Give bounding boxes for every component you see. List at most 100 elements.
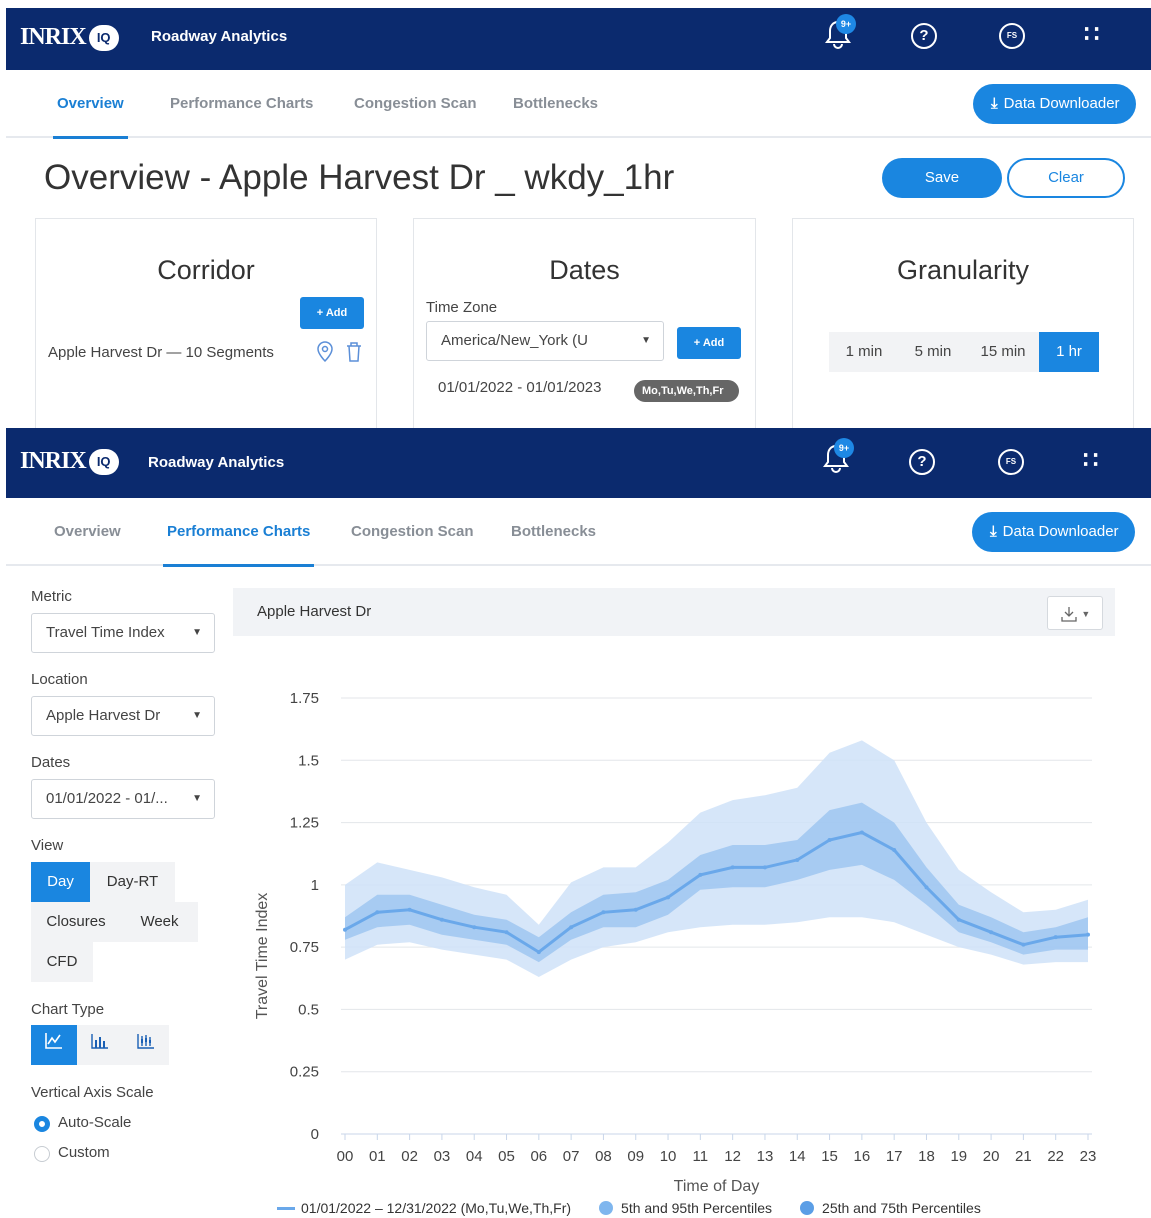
median-point	[439, 917, 444, 922]
top-nav-bar: INRIX IQ Roadway Analytics 9+ ? FS ∷	[6, 8, 1151, 70]
tab-bottlenecks[interactable]: Bottlenecks	[511, 498, 596, 566]
notifications-bell-icon[interactable]: 9+	[820, 438, 854, 474]
legend-25-75-swatch	[800, 1201, 815, 1215]
chart-panel-title: Apple Harvest Dr	[257, 603, 372, 620]
granularity-1hr[interactable]: 1 hr	[1039, 332, 1099, 372]
granularity-card: Granularity 1 min 5 min 15 min 1 hr	[792, 218, 1134, 428]
add-corridor-button[interactable]: + Add	[300, 297, 364, 329]
view-day-rt[interactable]: Day-RT	[90, 862, 175, 902]
bar-chart-icon[interactable]	[77, 1025, 123, 1065]
legend-25-75-label: 25th and 75th Percentiles	[822, 1200, 981, 1216]
legend-5-95-item[interactable]: 5th and 95th Percentiles	[599, 1200, 772, 1216]
metric-label: Metric	[31, 588, 72, 605]
x-tick-label: 22	[1047, 1148, 1064, 1165]
median-point	[795, 857, 800, 862]
tab-bottlenecks[interactable]: Bottlenecks	[513, 70, 598, 138]
save-button[interactable]: Save	[882, 158, 1002, 198]
x-tick-label: 15	[821, 1148, 838, 1165]
line-chart-icon[interactable]	[31, 1025, 77, 1065]
page-title: Overview - Apple Harvest Dr _ wkdy_1hr	[44, 158, 675, 197]
tab-overview[interactable]: Overview	[54, 498, 121, 566]
custom-scale-radio[interactable]	[34, 1146, 50, 1162]
granularity-5min[interactable]: 5 min	[899, 332, 967, 372]
inrix-logo[interactable]: INRIX IQ	[20, 448, 119, 475]
legend-25-75-item[interactable]: 25th and 75th Percentiles	[800, 1200, 981, 1216]
download-icon: ⤓	[991, 95, 998, 112]
box-plot-icon[interactable]	[123, 1025, 169, 1065]
chevron-down-icon: ▼	[192, 627, 202, 638]
user-avatar[interactable]: FS	[999, 23, 1025, 49]
median-point	[956, 917, 961, 922]
top-nav-bar: INRIX IQ Roadway Analytics 9+ ? FS ∷	[6, 428, 1151, 498]
dates-card: Dates Time Zone America/New_York (U ▼ + …	[413, 218, 756, 428]
view-cfd[interactable]: CFD	[31, 942, 93, 982]
y-tick-label: 1.5	[298, 752, 319, 769]
legend-median-item[interactable]: 01/01/2022 – 12/31/2022 (Mo,Tu,We,Th,Fr)	[277, 1200, 571, 1216]
apps-grid-icon[interactable]: ∷	[1083, 449, 1099, 473]
x-tick-label: 16	[854, 1148, 871, 1165]
y-tick-label: 1	[311, 877, 319, 894]
time-zone-select[interactable]: America/New_York (U ▼	[426, 321, 664, 361]
x-tick-label: 09	[627, 1148, 644, 1165]
dates-select[interactable]: 01/01/2022 - 01/... ▼	[31, 779, 215, 819]
help-icon[interactable]: ?	[911, 23, 937, 49]
tab-overview[interactable]: Overview	[53, 70, 128, 139]
data-downloader-button[interactable]: ⤓ Data Downloader	[973, 84, 1136, 124]
clear-button[interactable]: Clear	[1007, 158, 1125, 198]
granularity-15min[interactable]: 15 min	[967, 332, 1039, 372]
trash-icon[interactable]	[345, 341, 363, 368]
tab-congestion-scan[interactable]: Congestion Scan	[354, 70, 477, 138]
y-tick-label: 0.25	[290, 1064, 319, 1081]
dates-title: Dates	[549, 255, 620, 285]
inrix-logo[interactable]: INRIX IQ	[20, 24, 119, 51]
x-tick-label: 18	[918, 1148, 935, 1165]
custom-scale-label: Custom	[58, 1144, 110, 1161]
vertical-axis-scale-label: Vertical Axis Scale	[31, 1084, 154, 1101]
median-point	[762, 865, 767, 870]
legend-median-label: 01/01/2022 – 12/31/2022 (Mo,Tu,We,Th,Fr)	[301, 1200, 572, 1216]
map-pin-icon[interactable]	[317, 341, 333, 368]
view-day[interactable]: Day	[31, 862, 90, 902]
median-point	[1086, 932, 1090, 937]
y-tick-label: 1.25	[290, 815, 319, 832]
view-week[interactable]: Week	[121, 902, 198, 942]
x-tick-label: 01	[369, 1148, 386, 1165]
chevron-down-icon: ▼	[192, 793, 202, 804]
days-of-week-pill: Mo,Tu,We,Th,Fr	[634, 380, 739, 402]
y-tick-label: 0	[311, 1126, 319, 1143]
x-tick-label: 21	[1015, 1148, 1032, 1165]
export-chart-button[interactable]: ▼	[1047, 596, 1103, 630]
x-tick-label: 10	[660, 1148, 677, 1165]
view-closures[interactable]: Closures	[31, 902, 121, 942]
chart-legend: 01/01/2022 – 12/31/2022 (Mo,Tu,We,Th,Fr)…	[277, 1200, 1009, 1216]
date-range-text: 01/01/2022 - 01/01/2023	[438, 379, 602, 396]
apps-grid-icon[interactable]: ∷	[1084, 23, 1100, 47]
add-date-button[interactable]: + Add	[677, 327, 741, 359]
chart-panel: Apple Harvest Dr ▼ 0 0.25 0.5 0.75 1 1.25 1.5 1…	[233, 588, 1115, 1218]
help-icon[interactable]: ?	[909, 449, 935, 475]
location-select[interactable]: Apple Harvest Dr ▼	[31, 696, 215, 736]
metric-select[interactable]: Travel Time Index ▼	[31, 613, 215, 653]
x-tick-label: 05	[498, 1148, 515, 1165]
data-downloader-button[interactable]: ⤓ Data Downloader	[972, 512, 1135, 552]
x-axis-title: Time of Day	[674, 1178, 760, 1195]
tab-congestion-scan[interactable]: Congestion Scan	[351, 498, 474, 566]
travel-time-index-chart: 0 0.25 0.5 0.75 1 1.25 1.5 1.75 00 01 02 03 04 05 06 07…	[254, 690, 1096, 1195]
median-point	[989, 930, 994, 935]
legend-5-95-swatch	[599, 1201, 614, 1215]
tab-performance-charts[interactable]: Performance Charts	[162, 498, 315, 567]
notifications-bell-icon[interactable]: 9+	[822, 14, 856, 50]
median-point	[1021, 942, 1026, 947]
user-avatar[interactable]: FS	[998, 449, 1024, 475]
granularity-toggle: 1 min 5 min 15 min 1 hr	[829, 332, 1099, 372]
y-tick-label: 1.75	[290, 690, 319, 707]
tab-performance-charts[interactable]: Performance Charts	[170, 70, 313, 138]
dates-label: Dates	[31, 754, 71, 771]
granularity-1min[interactable]: 1 min	[829, 332, 899, 372]
median-point	[633, 907, 638, 912]
median-point	[924, 885, 929, 890]
auto-scale-radio[interactable]	[34, 1116, 50, 1132]
performance-charts-screen: INRIX IQ Roadway Analytics 9+ ? FS ∷ Over…	[6, 428, 1151, 1218]
median-point	[407, 907, 412, 912]
corridor-card: Corridor + Add Apple Harvest Dr — 10 Seg…	[35, 218, 377, 428]
